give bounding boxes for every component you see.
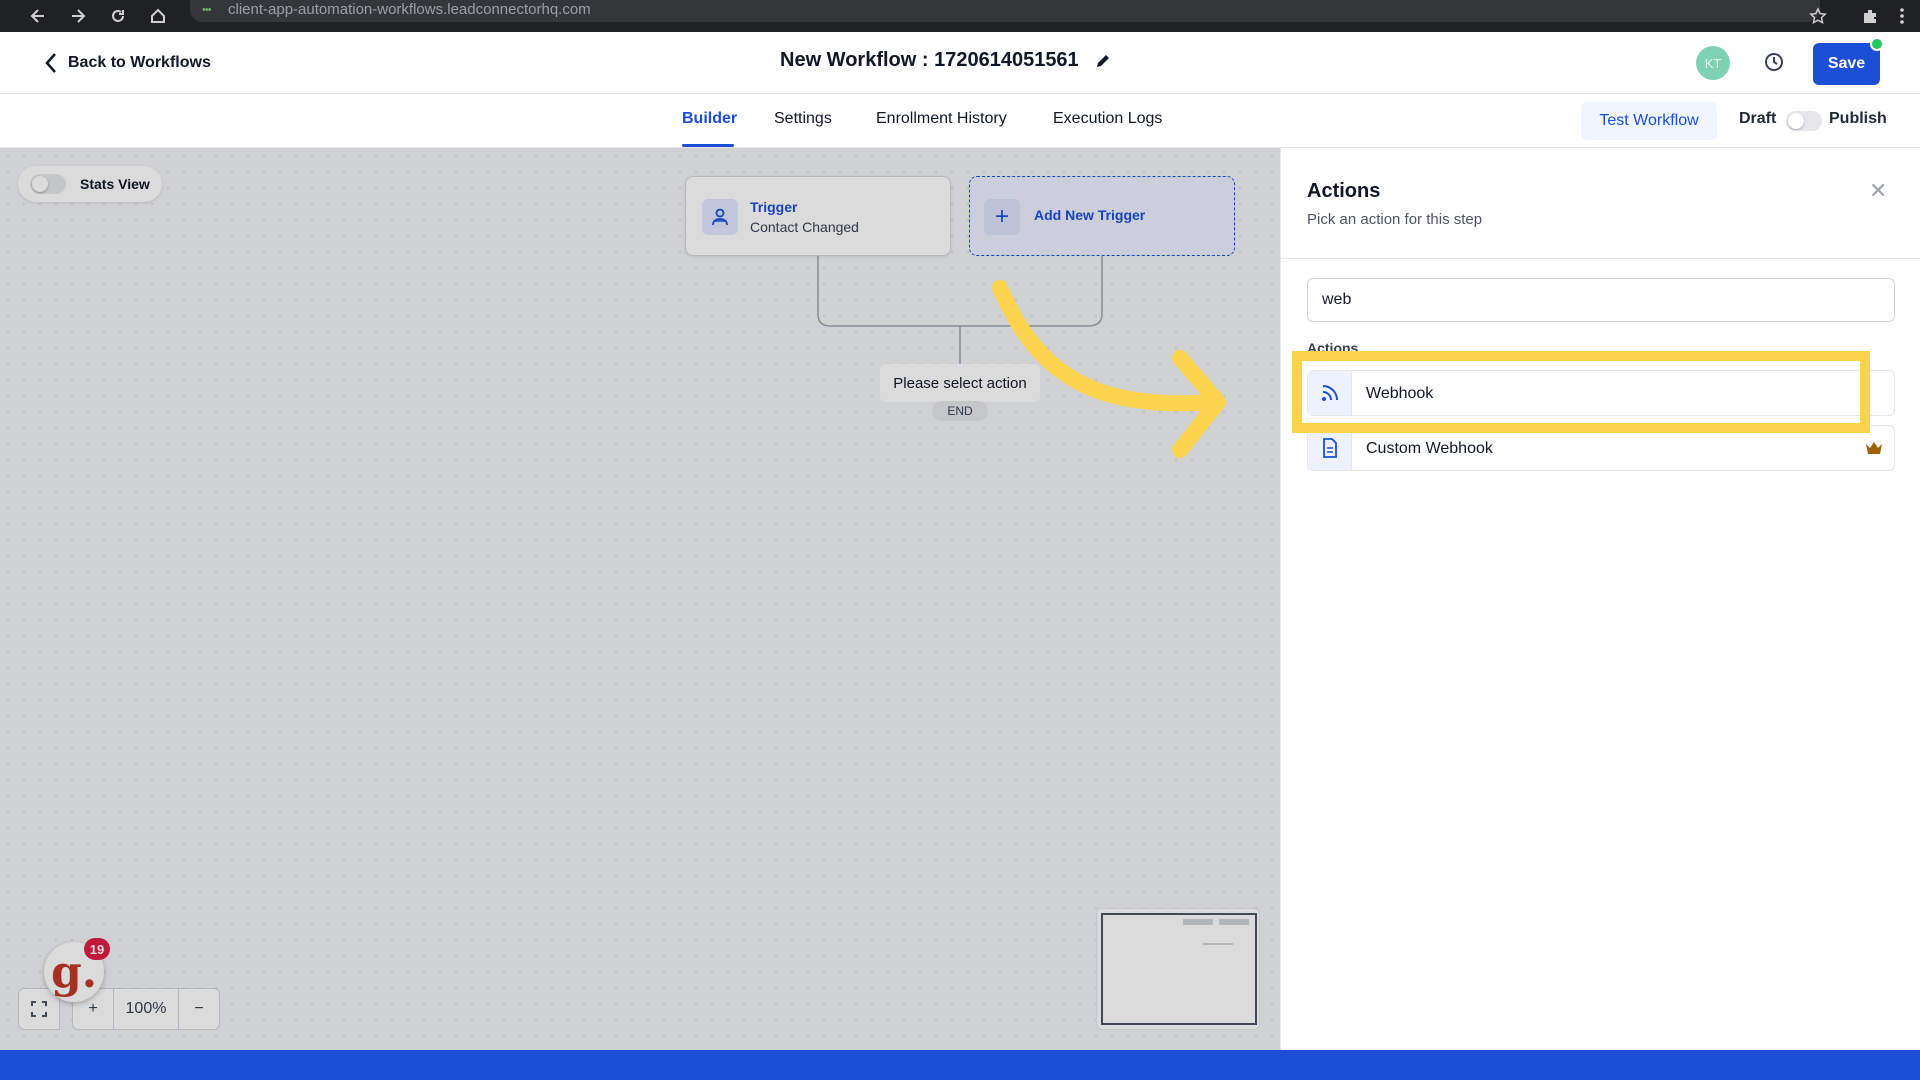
- app-header: Back to Workflows New Workflow : 1720614…: [0, 32, 1920, 94]
- workflow-tabs: Builder Settings Enrollment History Exec…: [0, 94, 1920, 148]
- tab-settings[interactable]: Settings: [774, 110, 832, 128]
- extensions-puzzle-icon[interactable]: [1858, 4, 1882, 28]
- tab-builder[interactable]: Builder: [682, 110, 737, 128]
- actions-panel: Actions Pick an action for this step ✕ A…: [1280, 148, 1920, 1050]
- active-tab-indicator: [682, 144, 734, 147]
- browser-toolbar: ••• client-app-automation-workflows.lead…: [0, 0, 1920, 32]
- avatar[interactable]: KT: [1696, 46, 1730, 80]
- save-button[interactable]: Save: [1813, 43, 1880, 85]
- premium-crown-icon: [1866, 442, 1882, 454]
- workflow-title: New Workflow : 1720614051561: [780, 49, 1111, 72]
- workflow-title-text: New Workflow : 1720614051561: [780, 49, 1079, 71]
- draft-label: Draft: [1739, 110, 1777, 127]
- edit-pencil-icon[interactable]: [1095, 53, 1111, 69]
- tutorial-arrow-icon: [992, 280, 1226, 458]
- home-icon[interactable]: [146, 4, 170, 28]
- panel-title: Actions: [1307, 180, 1381, 202]
- url-text: client-app-automation-workflows.leadconn…: [228, 1, 591, 18]
- back-label: Back to Workflows: [68, 54, 211, 71]
- history-clock-icon[interactable]: [1762, 50, 1786, 74]
- panel-subtitle: Pick an action for this step: [1307, 211, 1483, 228]
- action-label: Custom Webhook: [1366, 440, 1493, 457]
- back-to-workflows-link[interactable]: Back to Workflows: [44, 52, 211, 74]
- browser-menu-icon[interactable]: [1890, 4, 1914, 28]
- test-workflow-button[interactable]: Test Workflow: [1581, 102, 1717, 140]
- close-icon[interactable]: ✕: [1869, 178, 1887, 204]
- tutorial-highlight-box: [1292, 351, 1870, 433]
- divider: [1281, 258, 1920, 259]
- forward-arrow-icon[interactable]: [66, 4, 90, 28]
- chevron-left-icon: [45, 53, 56, 73]
- reload-icon[interactable]: [106, 4, 130, 28]
- bookmark-star-icon[interactable]: [1806, 4, 1830, 28]
- back-arrow-icon[interactable]: [26, 4, 50, 28]
- action-search-input[interactable]: [1307, 278, 1895, 322]
- site-info-icon[interactable]: •••: [202, 4, 212, 16]
- publish-label: Publish: [1829, 110, 1887, 127]
- publish-toggle[interactable]: [1786, 111, 1822, 131]
- bottom-bar: [0, 1050, 1920, 1080]
- status-dot: [1870, 37, 1884, 51]
- tab-enrollment-history[interactable]: Enrollment History: [876, 110, 1007, 128]
- tab-execution-logs[interactable]: Execution Logs: [1053, 110, 1162, 128]
